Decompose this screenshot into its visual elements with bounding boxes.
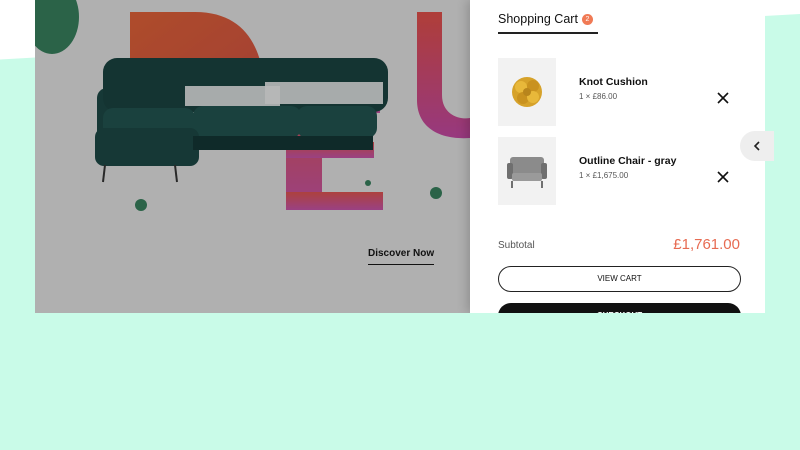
cart-count-badge: 2 <box>581 13 593 25</box>
cart-item: Outline Chair - gray 1 × £1,675.00 <box>498 137 743 207</box>
remove-item-icon[interactable] <box>715 90 731 106</box>
cart-item-name[interactable]: Knot Cushion <box>579 76 648 88</box>
shopping-cart-panel: Shopping Cart 2 Knot Cushion 1 × £86.00 <box>470 0 765 313</box>
side-panel-toggle[interactable] <box>740 131 774 161</box>
discover-now-link[interactable]: Discover Now <box>368 248 435 265</box>
chevron-left-icon <box>753 141 760 151</box>
hero-dim-overlay[interactable] <box>35 0 470 313</box>
checkout-button[interactable]: CHECKOUT <box>498 303 741 313</box>
subtotal-amount: £1,761.00 <box>673 236 740 253</box>
view-cart-button[interactable]: VIEW CART <box>498 266 741 292</box>
cart-item: Knot Cushion 1 × £86.00 <box>498 58 743 128</box>
armchair-image[interactable] <box>498 137 556 205</box>
cart-header: Shopping Cart 2 <box>498 12 598 34</box>
subtotal-label: Subtotal <box>498 240 535 251</box>
cart-item-quantity-price: 1 × £1,675.00 <box>579 171 629 180</box>
cart-item-quantity-price: 1 × £86.00 <box>579 92 618 101</box>
remove-item-icon[interactable] <box>715 169 731 185</box>
cart-title: Shopping Cart <box>498 12 578 26</box>
hero-banner: Discover Now <box>35 0 470 313</box>
site-viewport: Discover Now Shopping Cart 2 Knot Cushio… <box>35 0 765 313</box>
cart-item-name[interactable]: Outline Chair - gray <box>579 155 676 167</box>
knot-cushion-image[interactable] <box>498 58 556 126</box>
